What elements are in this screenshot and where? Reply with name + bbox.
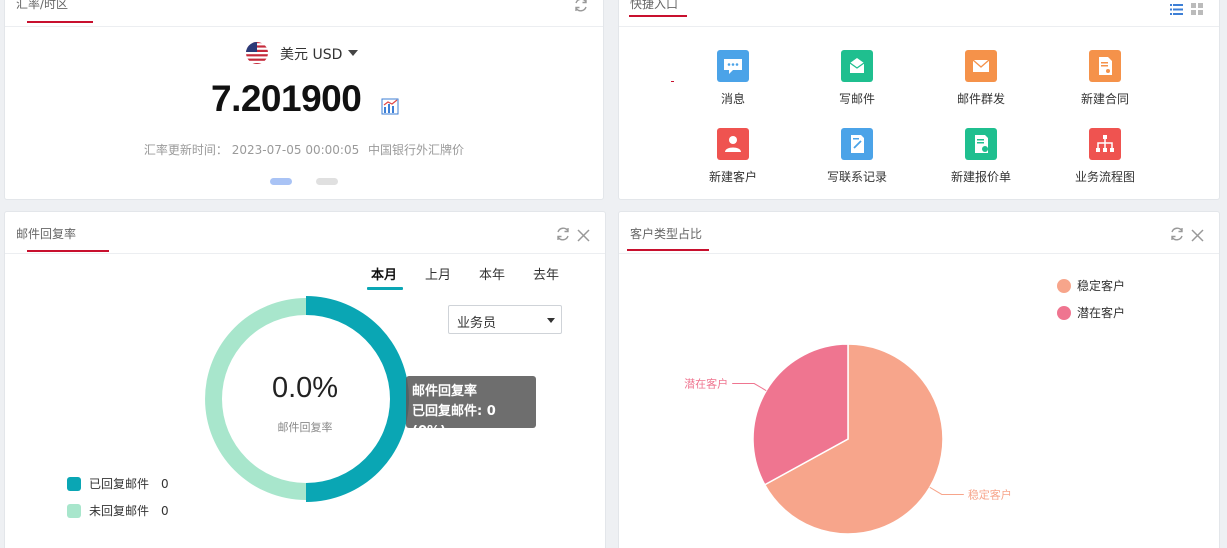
pie-label-line [929, 486, 964, 495]
legend-label: 已回复邮件 [89, 477, 150, 491]
quick-entry-card: 快捷入口 消息 写邮件 邮件群发 新建合同新建客户 写联系记录 新建报价单 业务流程图 [618, 0, 1220, 200]
new-customer-icon[interactable] [717, 128, 749, 160]
grid-view-icon[interactable] [1191, 0, 1203, 19]
quick-entry-contract[interactable]: 新建合同 [1055, 50, 1155, 107]
quick-entry-label: 新建客户 [708, 170, 757, 184]
message-icon[interactable] [717, 50, 749, 82]
mail-mass-icon[interactable] [965, 50, 997, 82]
legend-swatch [67, 477, 81, 491]
quick-entry-quotation[interactable]: 新建报价单 [931, 128, 1031, 185]
legend-unreplied[interactable]: 未回复邮件 0 [67, 502, 169, 519]
title-underline [629, 15, 687, 17]
quick-entry-flowchart[interactable]: 业务流程图 [1055, 128, 1155, 185]
pie-label-stable: 稳定客户 [968, 487, 1012, 501]
carousel-dot-1[interactable] [270, 178, 292, 185]
quick-entry-label: 写邮件 [838, 92, 875, 106]
title-underline [27, 21, 93, 23]
customer-type-card: 客户类型占比 稳定客户 潜在客户 稳定客户 潜在客户 [618, 211, 1220, 548]
legend-count: 0 [161, 504, 169, 518]
quick-entry-label: 邮件群发 [956, 92, 1005, 106]
write-mail-icon[interactable] [841, 50, 873, 82]
donut-center-label: 邮件回复率 [277, 421, 333, 434]
exchange-rate-card: 汇率/时区 美元 USD 7.201900 汇率更新时间： 2023-07-05… [4, 0, 604, 200]
update-label: 汇率更新时间： [143, 143, 228, 157]
decor-mark [671, 81, 674, 82]
legend-swatch [67, 504, 81, 518]
rate-source: 中国银行外汇牌价 [368, 143, 465, 157]
legend-count: 0 [161, 477, 169, 491]
update-time: 2023-07-05 00:00:05 [231, 143, 360, 157]
legend-replied[interactable]: 已回复邮件 0 [67, 475, 169, 492]
list-view-icon[interactable] [1170, 0, 1183, 19]
tooltip-title: 邮件回复率 [412, 384, 478, 399]
quick-entry-label: 新建报价单 [950, 170, 1011, 184]
quotation-icon[interactable] [965, 128, 997, 160]
pie-label-line [732, 383, 767, 392]
chevron-down-icon[interactable] [348, 50, 358, 56]
quick-entry-label: 写联系记录 [826, 170, 887, 184]
contact-record-icon[interactable] [841, 128, 873, 160]
header-divider [5, 26, 603, 27]
us-flag-icon [245, 41, 269, 65]
quick-entry-mail-mass[interactable]: 邮件群发 [931, 50, 1031, 107]
trend-chart-icon[interactable] [381, 98, 399, 115]
carousel-dot-2[interactable] [316, 178, 338, 185]
header-divider [619, 26, 1219, 27]
donut-center-value: 0.0% [271, 372, 339, 404]
exchange-card-title: 汇率/时区 [16, 0, 69, 11]
customer-type-pie-chart[interactable]: 稳定客户 潜在客户 [619, 212, 1220, 548]
contract-icon[interactable] [1089, 50, 1121, 82]
quick-entry-label: 消息 [720, 92, 745, 106]
chart-tooltip: 邮件回复率 已回复邮件: 0 (0%) [406, 376, 536, 439]
legend-label: 未回复邮件 [89, 504, 150, 518]
quick-card-title: 快捷入口 [630, 0, 679, 11]
rate-update-info: 汇率更新时间： 2023-07-05 00:00:05 中国银行外汇牌价 [5, 141, 603, 158]
quick-entry-new-customer[interactable]: 新建客户 [683, 128, 783, 185]
currency-selector[interactable]: 美元 USD [280, 44, 342, 64]
pie-label-potential: 潜在客户 [684, 377, 728, 391]
exchange-rate-value: 7.201900 [211, 78, 362, 119]
quick-entry-write-mail[interactable]: 写邮件 [807, 50, 907, 107]
flowchart-icon[interactable] [1089, 128, 1121, 160]
quick-entry-label: 新建合同 [1080, 92, 1129, 106]
quick-entry-message[interactable]: 消息 [683, 50, 783, 107]
quick-entry-contact-record[interactable]: 写联系记录 [807, 128, 907, 185]
quick-entry-label: 业务流程图 [1074, 170, 1135, 184]
mail-reply-rate-card: 邮件回复率 本月 上月 本年 去年 业务员 0.0% 邮件回复率 邮件回复率 已… [4, 211, 606, 548]
tooltip-line: 已回复邮件: 0 (0%) [412, 404, 496, 439]
refresh-icon[interactable] [573, 0, 589, 17]
